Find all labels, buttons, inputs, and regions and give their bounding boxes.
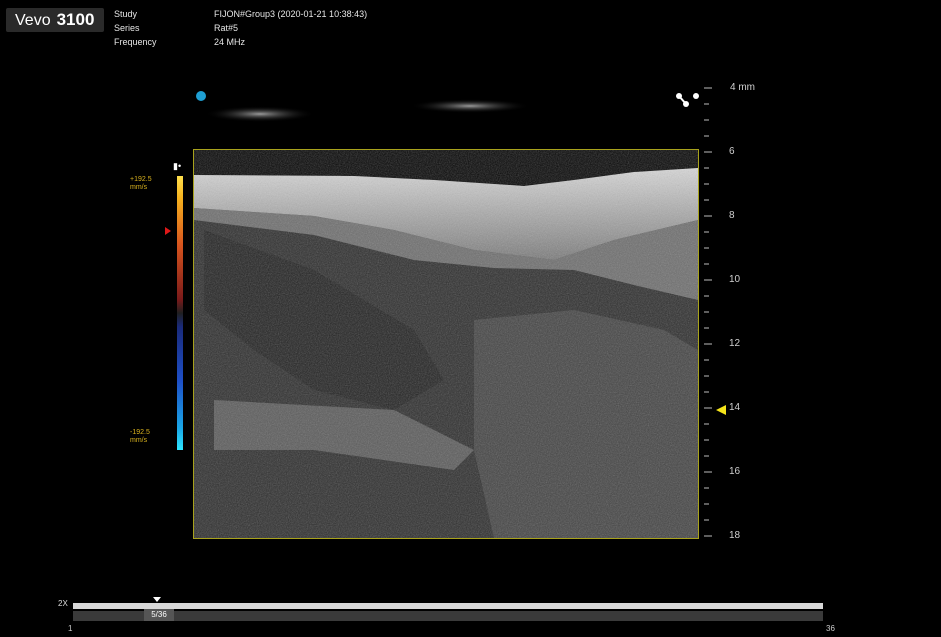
study-value: FIJON#Group3 (2020-01-21 10:38:43) — [214, 9, 368, 19]
meta-labels: Study Series Frequency — [114, 7, 157, 49]
focus-depth-marker-icon[interactable] — [716, 405, 726, 415]
meta-values: FIJON#Group3 (2020-01-21 10:38:43) Rat#5… — [214, 7, 367, 49]
frequency-value: 24 MHz — [214, 37, 246, 47]
timeline-bar[interactable] — [73, 603, 823, 609]
velocity-colorbar — [177, 176, 183, 450]
ultrasound-image[interactable] — [193, 149, 699, 539]
logo-model: 3100 — [56, 10, 95, 29]
depth-label-8: 8 — [729, 210, 735, 221]
depth-label-10: 10 — [729, 274, 741, 285]
series-label: Series — [114, 23, 140, 33]
timeline-start: 1 — [68, 624, 73, 633]
depth-scale: 4 mm 6 8 10 12 14 16 18 — [700, 80, 760, 550]
depth-label-6: 6 — [729, 146, 735, 157]
timeline-zoom[interactable]: 2X — [58, 599, 68, 608]
depth-label-14: 14 — [729, 402, 741, 413]
series-value: Rat#5 — [214, 23, 239, 33]
b-mode-image — [194, 150, 698, 538]
color-scale-icon: ▮• — [173, 161, 182, 171]
current-frame-indicator[interactable]: 5/36 — [144, 609, 174, 621]
depth-label-4: 4 mm — [730, 82, 755, 93]
depth-label-16: 16 — [729, 466, 741, 477]
probe-dot-icon — [196, 91, 206, 101]
colorbar-top-value: +192.5 — [130, 176, 152, 183]
study-label: Study — [114, 9, 138, 19]
colorbar-bottom-label: -192.5 mm/s — [130, 429, 150, 445]
timeline-end: 36 — [826, 624, 835, 633]
vevo-logo: Vevo 3100 — [6, 8, 104, 32]
colorbar-bottom-unit: mm/s — [130, 437, 148, 444]
baseline-pointer-icon[interactable] — [165, 227, 171, 235]
colorbar-top-label: +192.5 mm/s — [130, 176, 152, 192]
colorbar-bottom-value: -192.5 — [130, 429, 150, 436]
depth-label-18: 18 — [729, 530, 741, 541]
colorbar-top-unit: mm/s — [130, 184, 148, 191]
logo-brand: Vevo — [15, 12, 51, 29]
timeline-track[interactable] — [73, 611, 823, 621]
frequency-label: Frequency — [114, 37, 157, 47]
transducer-echo — [205, 99, 530, 122]
playhead-icon[interactable] — [153, 597, 161, 602]
depth-label-12: 12 — [729, 338, 741, 349]
